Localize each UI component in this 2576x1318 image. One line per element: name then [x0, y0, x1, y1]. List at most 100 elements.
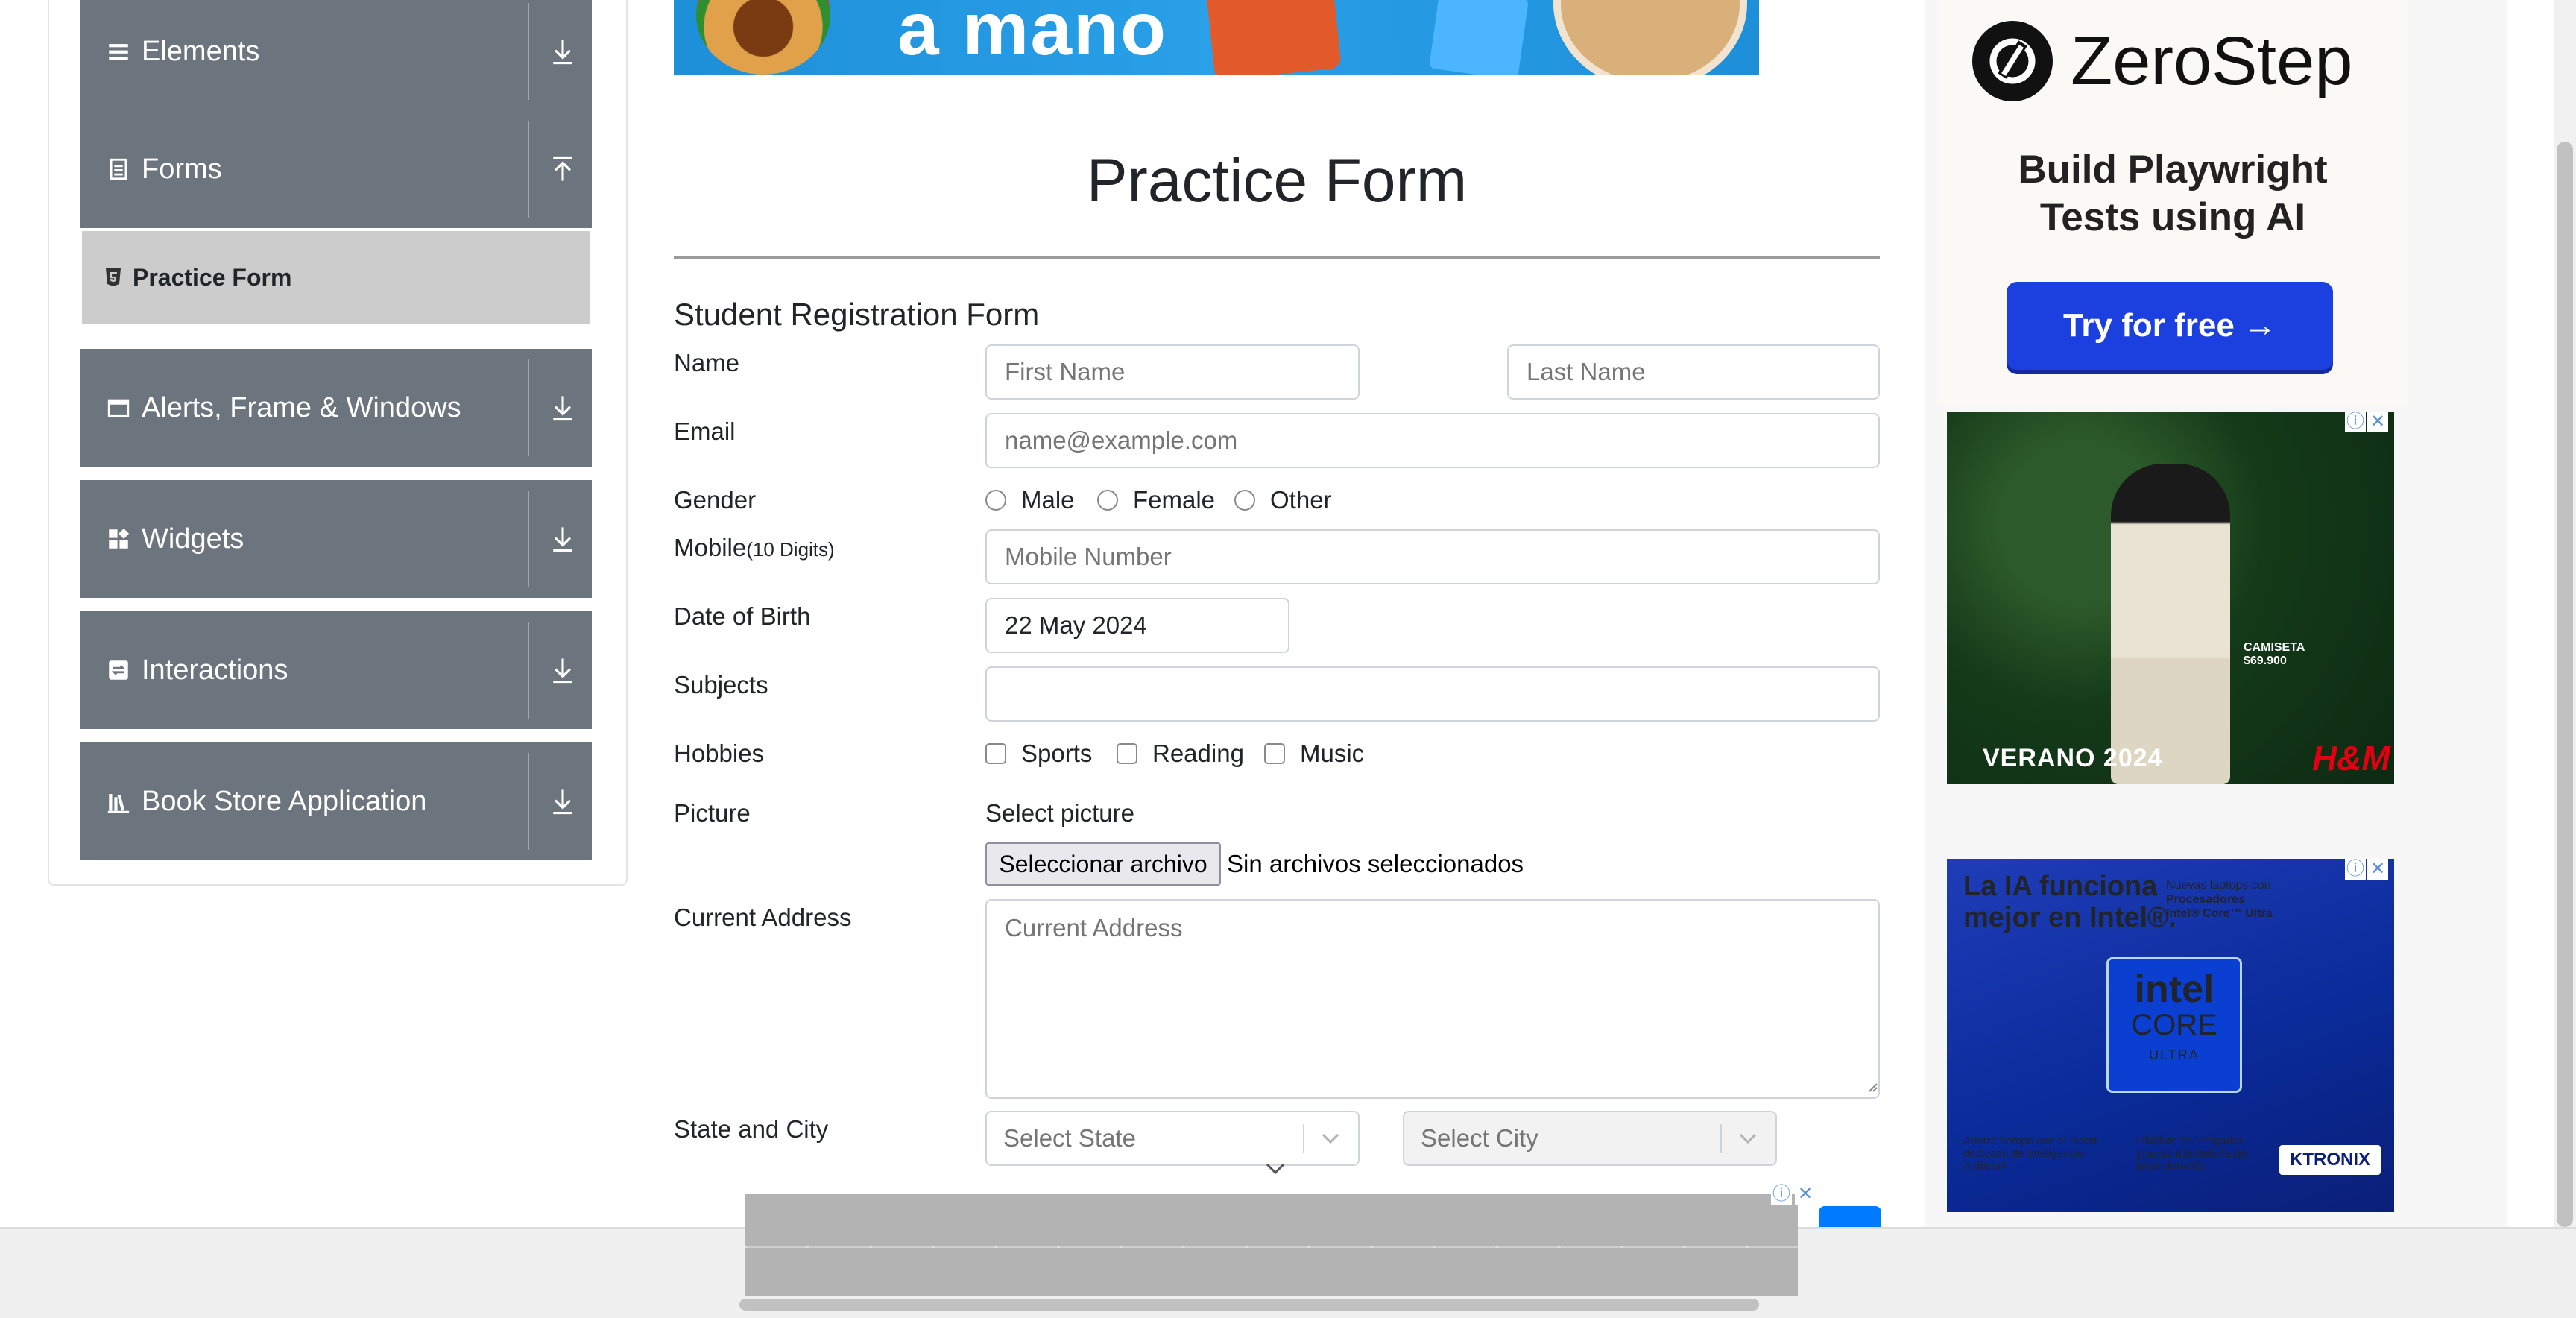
current-address-textarea[interactable] [985, 899, 1880, 1099]
upload-arrow-icon[interactable] [550, 154, 575, 184]
checkbox-box[interactable] [1117, 743, 1137, 764]
sidebar-item-label: Practice Form [133, 263, 292, 291]
state-select[interactable]: Select State [985, 1111, 1360, 1166]
gender-male-radio[interactable]: Male [985, 486, 1075, 514]
radio-label: Other [1270, 486, 1332, 514]
hobby-music-checkbox[interactable]: Music [1264, 740, 1364, 768]
zerostep-tagline-line2: Tests using AI [2039, 195, 2306, 239]
email-label: Email [674, 417, 736, 445]
choose-file-button[interactable]: Seleccionar archivo [985, 842, 1221, 886]
banner-ad-text: a mano [897, 0, 1168, 71]
radio-circle[interactable] [1234, 490, 1255, 511]
radio-label: Male [1021, 486, 1075, 514]
burger-image [696, 0, 830, 75]
download-arrow-icon[interactable] [550, 393, 575, 423]
sidebar-group-label: Alerts, Frame & Windows [142, 391, 461, 423]
email-input[interactable] [985, 413, 1880, 468]
intel-headline-line2: mejor en Intel®. [1963, 902, 2176, 933]
ad-close-icon[interactable]: ✕ [2367, 412, 2388, 432]
file-status-text: Sin archivos seleccionados [1227, 850, 1524, 877]
gender-other-radio[interactable]: Other [1234, 486, 1332, 514]
ad-close-icon[interactable]: ✕ [1795, 1184, 1816, 1205]
plate-image [1553, 0, 1747, 75]
intel-feature-1: Ahorra tiempo con el motor dedicado de I… [1963, 1135, 2098, 1173]
checkbox-box[interactable] [1264, 743, 1285, 764]
download-arrow-icon[interactable] [550, 37, 575, 66]
sidebar-item-practice-form[interactable]: Practice Form [82, 231, 590, 324]
widgets-icon [109, 528, 130, 549]
chevron-down-icon[interactable] [1319, 1131, 1342, 1146]
first-name-input[interactable] [985, 344, 1360, 400]
subjects-label: Subjects [674, 671, 768, 699]
sidebar-group-label: Widgets [142, 523, 244, 555]
sidebar-group-widgets[interactable]: Widgets [80, 480, 592, 598]
checkbox-box[interactable] [985, 743, 1006, 764]
list-icon [109, 44, 128, 60]
ad-info-icon[interactable]: ⓘ [2345, 859, 2366, 880]
zerostep-tagline: Build Playwright Tests using AI [1938, 146, 2408, 242]
city-select[interactable]: Select City [1403, 1111, 1777, 1166]
radio-label: Female [1133, 486, 1216, 514]
top-banner-ad[interactable]: a mano [674, 0, 1759, 75]
sidebar-group-label-wrap: Book Store Application [106, 742, 426, 860]
intel-subtext-line3: Intel® Core™ Ultra [2166, 907, 2273, 920]
date-of-birth-input[interactable] [985, 598, 1289, 653]
sidebar-group-label: Book Store Application [142, 785, 427, 817]
radio-circle[interactable] [985, 490, 1006, 511]
mobile-input[interactable] [985, 529, 1880, 584]
radio-circle[interactable] [1097, 490, 1118, 511]
intel-badge-brand: intel [2134, 968, 2214, 1011]
divider [528, 121, 529, 218]
divider [528, 3, 529, 100]
chevron-down-icon[interactable] [1263, 1160, 1288, 1178]
intel-badge-core: CORE [2131, 1009, 2217, 1041]
state-city-label: State and City [674, 1115, 829, 1143]
ad-info-icon[interactable]: ⓘ [2345, 412, 2366, 432]
title-divider [674, 256, 1880, 259]
intel-subtext-line2: Procesadores [2166, 893, 2245, 906]
sidebar-group-label: Elements [142, 35, 260, 67]
divider [1720, 1124, 1722, 1153]
hobby-reading-checkbox[interactable]: Reading [1117, 740, 1244, 768]
hm-tag-price: $69.900 [2244, 655, 2287, 667]
checkbox-label: Sports [1021, 740, 1093, 767]
divider [528, 622, 529, 719]
sidebar-group-book-store[interactable]: Book Store Application [80, 742, 592, 860]
intel-subtext-line1: Nuevas laptops con [2166, 879, 2271, 892]
gender-female-radio[interactable]: Female [1097, 486, 1215, 514]
hobby-sports-checkbox[interactable]: Sports [985, 740, 1092, 768]
divider [1303, 1124, 1304, 1153]
hm-ad[interactable] [1947, 412, 2394, 784]
download-arrow-icon[interactable] [550, 786, 575, 816]
last-name-input[interactable] [1507, 344, 1880, 400]
sidebar-group-label: Interactions [142, 654, 288, 686]
gender-label: Gender [674, 486, 757, 514]
zerostep-mark-icon [1989, 38, 2036, 84]
divider [528, 359, 529, 456]
picture-label: Picture [674, 799, 751, 827]
download-arrow-icon[interactable] [550, 524, 575, 554]
hm-price-tag: CAMISETA $69.900 [2244, 641, 2305, 668]
ad-info-icon[interactable]: ⓘ [1771, 1184, 1792, 1205]
state-select-placeholder: Select State [1003, 1124, 1136, 1152]
bottom-sticky-ad[interactable] [745, 1194, 1798, 1296]
model-figure-image [2111, 464, 2230, 784]
chevron-down-icon[interactable] [1737, 1131, 1759, 1146]
download-arrow-icon[interactable] [550, 655, 575, 685]
horizontal-scrollbar[interactable] [739, 1299, 1759, 1311]
city-select-placeholder: Select City [1421, 1124, 1538, 1152]
hm-logo: H&M [2312, 739, 2390, 778]
sidebar-group-interactions[interactable]: Interactions [80, 611, 592, 729]
sidebar-group-alerts[interactable]: Alerts, Frame & Windows [80, 349, 592, 467]
subjects-input[interactable] [985, 666, 1880, 722]
resize-grip-icon[interactable] [1865, 1079, 1878, 1093]
ad-close-icon[interactable]: ✕ [2367, 859, 2388, 880]
vertical-scrollbar-thumb[interactable] [2557, 142, 2573, 1227]
interactions-icon [109, 660, 128, 680]
sidebar-group-forms[interactable]: Forms [80, 110, 592, 228]
divider [528, 753, 529, 850]
intel-feature-2: Olvidate del cargador gracias a la bater… [2136, 1135, 2247, 1173]
sidebar-group-elements[interactable]: Elements [80, 0, 592, 110]
try-for-free-button[interactable]: Try for free → [2007, 282, 2333, 370]
page-title: Practice Form [1086, 147, 1468, 215]
